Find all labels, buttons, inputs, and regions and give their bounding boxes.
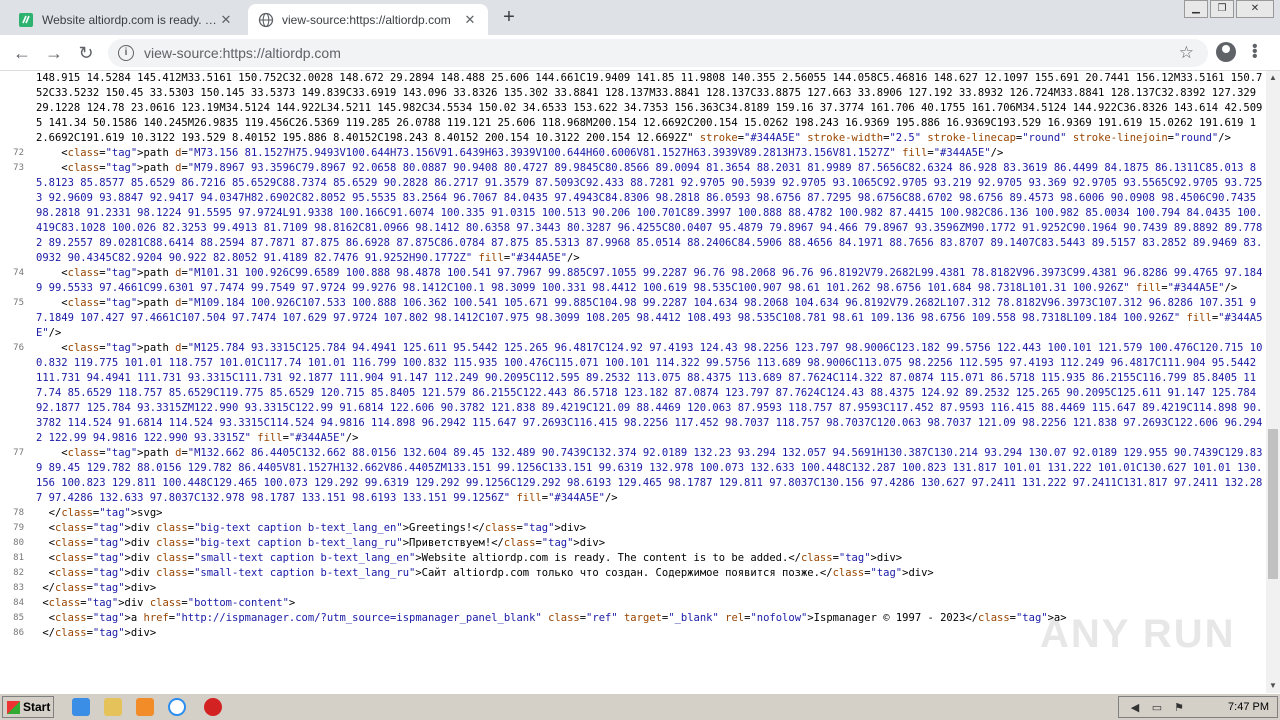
line-code: <class="tag">div class="bottom-content"> bbox=[36, 597, 296, 609]
browser-toolbar: ← → ↻ i view-source:https://altiordp.com… bbox=[0, 35, 1280, 71]
line-number: 74 bbox=[13, 268, 24, 278]
tab-title: Website altiordp.com is ready. The c bbox=[42, 12, 218, 27]
close-tab-icon[interactable]: ✕ bbox=[218, 12, 234, 28]
source-code-view: 148.915 14.5284 145.412M33.5161 150.752C… bbox=[0, 71, 1266, 693]
close-tab-icon[interactable]: ✕ bbox=[462, 12, 478, 28]
source-line: 78 </class="tag">svg> bbox=[0, 506, 1266, 521]
source-line: 77 <class="tag">path d="M132.662 86.4405… bbox=[0, 446, 1266, 506]
window-controls: ▁ ❐ ✕ bbox=[1182, 0, 1274, 18]
minimize-button[interactable]: ▁ bbox=[1184, 0, 1208, 18]
source-line: 74 <class="tag">path d="M101.31 100.926C… bbox=[0, 266, 1266, 296]
line-number: 85 bbox=[13, 613, 24, 623]
line-code: </class="tag">div> bbox=[36, 582, 157, 594]
line-number: 83 bbox=[13, 583, 24, 593]
line-code: <class="tag">path d="M79.8967 93.3596C79… bbox=[36, 162, 1263, 264]
tab-view-source[interactable]: view-source:https://altiordp.com ✕ bbox=[248, 4, 488, 35]
info-icon[interactable]: i bbox=[118, 45, 134, 61]
start-button[interactable]: Start bbox=[2, 696, 54, 718]
line-code: <class="tag">div class="small-text capti… bbox=[36, 552, 903, 564]
tab-website-ready[interactable]: Website altiordp.com is ready. The c ✕ bbox=[8, 4, 244, 35]
line-code: <class="tag">div class="big-text caption… bbox=[36, 537, 606, 549]
line-number: 84 bbox=[13, 598, 24, 608]
line-code: <class="tag">path d="M125.784 93.3315C12… bbox=[36, 342, 1263, 444]
scroll-thumb[interactable] bbox=[1268, 429, 1278, 579]
media-player-icon[interactable] bbox=[136, 698, 154, 716]
line-code: <class="tag">path d="M101.31 100.926C99.… bbox=[36, 267, 1263, 294]
volume-icon[interactable]: ◀ bbox=[1129, 702, 1141, 714]
scroll-up-arrow-icon[interactable]: ▲ bbox=[1266, 71, 1280, 85]
clock: 7:47 PM bbox=[1228, 701, 1269, 713]
taskbar: Start ◀ ▭ ⚑ 7:47 PM bbox=[0, 693, 1280, 720]
line-code: <class="tag">div class="big-text caption… bbox=[36, 522, 587, 534]
source-line: 75 <class="tag">path d="M109.184 100.926… bbox=[0, 296, 1266, 341]
line-code: <class="tag">div class="small-text capti… bbox=[36, 567, 934, 579]
source-line: 82 <class="tag">div class="small-text ca… bbox=[0, 566, 1266, 581]
globe-icon bbox=[258, 12, 274, 28]
windows-logo-icon bbox=[7, 701, 20, 714]
source-line: 83 </class="tag">div> bbox=[0, 581, 1266, 596]
source-line: 79 <class="tag">div class="big-text capt… bbox=[0, 521, 1266, 536]
line-number: 75 bbox=[13, 298, 24, 308]
profile-avatar-icon[interactable] bbox=[1216, 42, 1236, 62]
bookmark-star-icon[interactable]: ☆ bbox=[1179, 43, 1194, 63]
line-number: 79 bbox=[13, 523, 24, 533]
source-line: 80 <class="tag">div class="big-text capt… bbox=[0, 536, 1266, 551]
tab-title: view-source:https://altiordp.com bbox=[282, 12, 451, 27]
line-number: 78 bbox=[13, 508, 24, 518]
scroll-down-arrow-icon[interactable]: ▼ bbox=[1266, 679, 1280, 693]
source-line: 72 <class="tag">path d="M73.156 81.1527H… bbox=[0, 146, 1266, 161]
restore-button[interactable]: ❐ bbox=[1210, 0, 1234, 18]
line-number: 82 bbox=[13, 568, 24, 578]
line-number: 81 bbox=[13, 553, 24, 563]
source-line: 76 <class="tag">path d="M125.784 93.3315… bbox=[0, 341, 1266, 446]
close-window-button[interactable]: ✕ bbox=[1236, 0, 1274, 18]
antivirus-stop-icon[interactable] bbox=[204, 698, 222, 716]
network-icon[interactable]: ▭ bbox=[1151, 702, 1163, 714]
flag-icon[interactable]: ⚑ bbox=[1173, 702, 1185, 714]
internet-explorer-icon[interactable] bbox=[72, 698, 90, 716]
forward-arrow-icon[interactable]: → bbox=[42, 41, 66, 65]
system-tray: ◀ ▭ ⚑ 7:47 PM bbox=[1118, 696, 1278, 718]
line-number: 73 bbox=[13, 163, 24, 173]
line-number bbox=[0, 71, 30, 146]
line-code: </class="tag">svg> bbox=[36, 507, 163, 519]
source-line: 73 <class="tag">path d="M79.8967 93.3596… bbox=[0, 161, 1266, 266]
line-code: <class="tag">path d="M109.184 100.926C10… bbox=[36, 297, 1263, 339]
chrome-icon[interactable] bbox=[168, 698, 186, 716]
line-number: 86 bbox=[13, 628, 24, 638]
line-number: 76 bbox=[13, 343, 24, 353]
menu-kebab-icon[interactable]: • • • bbox=[1252, 39, 1258, 65]
watermark: ANY RUN bbox=[1040, 612, 1236, 656]
line-code: <class="tag">path d="M73.156 81.1527H75.… bbox=[36, 147, 1004, 159]
line-number: 72 bbox=[13, 148, 24, 158]
line-number: 80 bbox=[13, 538, 24, 548]
line-code: <class="tag">path d="M132.662 86.4405C13… bbox=[36, 447, 1263, 504]
tab-strip: Website altiordp.com is ready. The c ✕ v… bbox=[0, 0, 1280, 35]
reload-icon[interactable]: ↻ bbox=[74, 41, 98, 65]
source-line: 148.915 14.5284 145.412M33.5161 150.752C… bbox=[0, 71, 1266, 146]
source-line: 81 <class="tag">div class="small-text ca… bbox=[0, 551, 1266, 566]
line-code: 148.915 14.5284 145.412M33.5161 150.752C… bbox=[36, 72, 1263, 144]
vertical-scrollbar[interactable]: ▲ ▼ bbox=[1266, 71, 1280, 693]
back-arrow-icon[interactable]: ← bbox=[10, 41, 34, 65]
address-bar[interactable]: i view-source:https://altiordp.com ☆ bbox=[108, 39, 1208, 67]
new-tab-button[interactable]: + bbox=[498, 7, 520, 29]
folder-icon[interactable] bbox=[104, 698, 122, 716]
line-number: 77 bbox=[13, 448, 24, 458]
url-text: view-source:https://altiordp.com bbox=[144, 45, 341, 61]
green-document-icon bbox=[18, 12, 34, 28]
start-label: Start bbox=[23, 700, 51, 714]
source-line: 84 <class="tag">div class="bottom-conten… bbox=[0, 596, 1266, 611]
